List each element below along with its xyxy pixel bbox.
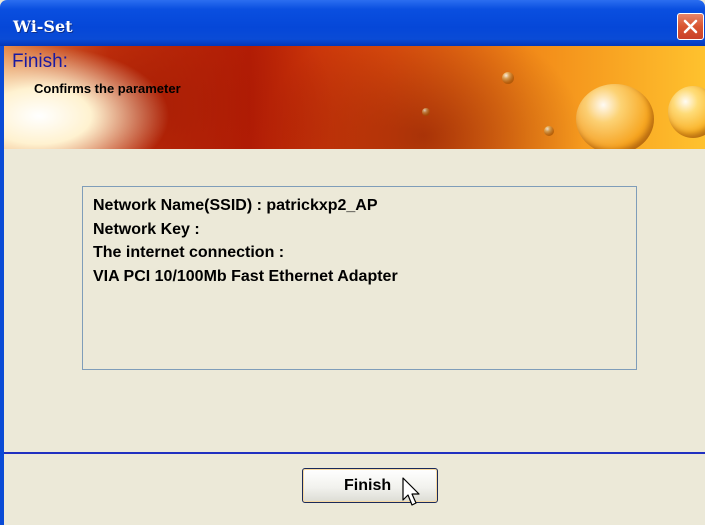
summary-panel: Network Name(SSID) : patrickxp2_AP Netwo… (82, 186, 637, 370)
internet-connection-line: The internet connection : (93, 244, 285, 261)
water-droplet-image (422, 108, 430, 116)
water-droplet-image (502, 72, 514, 84)
network-name-line: Network Name(SSID) : patrickxp2_AP (93, 197, 378, 214)
close-button[interactable] (677, 13, 704, 40)
title-bar[interactable]: Wi-Set (0, 0, 705, 46)
network-key-line: Network Key : (93, 220, 200, 238)
wi-set-window: Wi-Set Finish: Confirms the parameter Ne… (0, 0, 705, 525)
footer-separator (4, 452, 705, 454)
adapter-line: VIA PCI 10/100Mb Fast Ethernet Adapter (93, 267, 398, 285)
header-banner: Finish: Confirms the parameter (4, 46, 705, 149)
water-droplet-image (544, 126, 554, 136)
mouse-pointer-icon (402, 477, 420, 506)
page-subtitle: Confirms the parameter (34, 81, 181, 96)
page-title: Finish: (12, 51, 68, 72)
summary-text: Network Name(SSID) : patrickxp2_AP Netwo… (93, 194, 398, 288)
close-icon (683, 19, 698, 34)
water-droplet-image (576, 84, 654, 149)
finish-button-label: Finish (344, 477, 392, 494)
window-title: Wi-Set (13, 17, 73, 36)
water-droplet-image (668, 86, 705, 138)
